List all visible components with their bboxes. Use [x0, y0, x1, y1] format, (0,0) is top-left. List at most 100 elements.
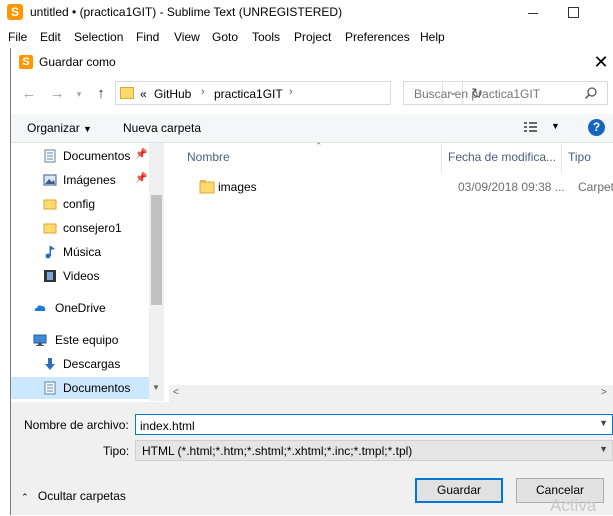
- nav-item-label: Música: [63, 245, 102, 259]
- chevron-down-icon[interactable]: ▼: [599, 418, 608, 428]
- nav-item-label: OneDrive: [55, 301, 106, 315]
- nav-item-consejero1[interactable]: consejero1: [11, 217, 149, 239]
- nav-item-descargas[interactable]: Descargas: [11, 353, 149, 375]
- file-date: 03/09/2018 09:38 ...: [458, 180, 565, 194]
- documents-icon: [44, 149, 56, 163]
- nav-item-videos[interactable]: Videos: [11, 265, 149, 287]
- search-icon[interactable]: [584, 86, 598, 100]
- up-arrow-icon[interactable]: ↑: [91, 84, 111, 104]
- search-input[interactable]: [404, 82, 591, 106]
- folder-icon: [199, 180, 215, 194]
- videos-icon: [44, 270, 56, 282]
- chevron-right-icon[interactable]: ›: [201, 86, 205, 98]
- nav-item-label: Documentos: [63, 149, 131, 163]
- menu-help[interactable]: Help: [420, 30, 445, 44]
- nav-item-label: Documentos: [63, 381, 131, 395]
- forward-arrow-icon[interactable]: →: [47, 84, 67, 104]
- chevron-right-icon[interactable]: ›: [289, 86, 293, 98]
- chevron-down-icon[interactable]: ▼: [551, 121, 560, 131]
- organize-button[interactable]: Organizar ▼: [27, 121, 92, 135]
- filetype-value: HTML (*.html;*.htm;*.shtml;*.xhtml;*.inc…: [142, 444, 413, 458]
- folder-icon: [120, 87, 134, 99]
- column-header-fecha[interactable]: Fecha de modifica...: [448, 150, 556, 164]
- scroll-right-icon[interactable]: >: [601, 387, 607, 398]
- downloads-icon: [45, 358, 55, 370]
- hide-folders-button[interactable]: ⌃ Ocultar carpetas: [21, 489, 126, 503]
- scrollbar-thumb[interactable]: [151, 195, 162, 305]
- nav-item-config[interactable]: config: [11, 193, 149, 215]
- menu-bar: File Edit Selection Find View Goto Tools…: [0, 27, 613, 47]
- pictures-icon: [43, 174, 57, 186]
- file-row[interactable]: images 03/09/2018 09:38 ... Carpeta d: [185, 176, 613, 198]
- breadcrumb-github[interactable]: GitHub: [154, 87, 191, 101]
- menu-tools[interactable]: Tools: [252, 30, 280, 44]
- search-box[interactable]: [403, 81, 608, 106]
- breadcrumb-overflow[interactable]: «: [140, 87, 147, 101]
- filename-field[interactable]: ▼: [135, 414, 613, 436]
- column-divider[interactable]: [561, 143, 562, 173]
- menu-project[interactable]: Project: [294, 30, 331, 44]
- pin-icon: 📌: [135, 149, 148, 160]
- help-icon[interactable]: ?: [588, 119, 605, 136]
- app-title: untitled • (practica1GIT) - Sublime Text…: [30, 5, 343, 19]
- nav-item-label: config: [63, 197, 96, 211]
- music-icon: [45, 246, 55, 259]
- nav-item-onedrive[interactable]: OneDrive: [11, 297, 149, 319]
- save-dialog: S Guardar como ✕ ← → ▾ ↑ « GitHub › prac…: [10, 48, 613, 515]
- file-name: images: [218, 180, 257, 194]
- new-folder-button[interactable]: Nueva carpeta: [123, 121, 201, 135]
- menu-preferences[interactable]: Preferences: [345, 30, 410, 44]
- menu-selection[interactable]: Selection: [74, 30, 123, 44]
- nav-item-label: Imágenes: [63, 173, 116, 187]
- filetype-select[interactable]: HTML (*.html;*.htm;*.shtml;*.xhtml;*.inc…: [135, 440, 613, 461]
- pin-icon: 📌: [135, 173, 148, 184]
- view-options-icon[interactable]: [524, 121, 542, 133]
- filename-input[interactable]: [136, 415, 592, 436]
- folder-icon: [43, 223, 57, 234]
- menu-view[interactable]: View: [174, 30, 200, 44]
- sort-up-icon: ⌃: [315, 141, 323, 151]
- navigation-pane: Documentos 📌 Imágenes 📌 config consejero…: [11, 143, 161, 401]
- minimize-button[interactable]: [518, 2, 548, 22]
- nav-item-label: Este equipo: [55, 333, 119, 347]
- chevron-down-icon[interactable]: ▼: [599, 444, 608, 454]
- nav-item-label: consejero1: [63, 221, 122, 235]
- command-toolbar: Organizar ▼ Nueva carpeta ▼ ?: [11, 114, 613, 143]
- menu-goto[interactable]: Goto: [212, 30, 238, 44]
- activation-watermark: Activa: [550, 496, 597, 515]
- close-icon[interactable]: ✕: [591, 52, 611, 72]
- file-type: Carpeta d: [578, 180, 613, 194]
- nav-scrollbar[interactable]: ▼: [149, 143, 164, 401]
- nav-item-este-equipo[interactable]: Este equipo: [11, 329, 149, 351]
- column-divider[interactable]: [441, 143, 442, 173]
- maximize-button[interactable]: [560, 2, 590, 22]
- horizontal-scrollbar[interactable]: < >: [169, 385, 613, 402]
- hide-folders-label: Ocultar carpetas: [37, 489, 126, 503]
- folder-icon: [43, 199, 57, 210]
- menu-file[interactable]: File: [8, 30, 27, 44]
- sublime-logo-icon: S: [19, 55, 33, 69]
- organize-label: Organizar: [27, 121, 80, 135]
- menu-edit[interactable]: Edit: [40, 30, 61, 44]
- documents-icon: [44, 381, 56, 395]
- nav-item-documentos[interactable]: Documentos 📌: [11, 145, 149, 167]
- address-bar[interactable]: « GitHub › practica1GIT › ⌄ ↻: [115, 81, 483, 105]
- breadcrumb-practica1git[interactable]: practica1GIT: [214, 87, 283, 101]
- column-header-tipo[interactable]: Tipo: [568, 150, 591, 164]
- chevron-up-icon: ⌃: [21, 492, 29, 502]
- column-header-nombre[interactable]: Nombre: [187, 150, 230, 164]
- chevron-down-icon: ▼: [83, 124, 92, 134]
- save-form: Nombre de archivo: ▼ Tipo: HTML (*.html;…: [11, 402, 613, 515]
- nav-item-imagenes[interactable]: Imágenes 📌: [11, 169, 149, 191]
- nav-item-musica[interactable]: Música: [11, 241, 149, 263]
- scroll-down-icon[interactable]: ▼: [152, 383, 160, 392]
- save-button[interactable]: Guardar: [415, 478, 503, 503]
- menu-find[interactable]: Find: [136, 30, 159, 44]
- sublime-logo-icon: S: [7, 4, 23, 20]
- scroll-left-icon[interactable]: <: [173, 387, 179, 398]
- back-arrow-icon[interactable]: ←: [19, 84, 39, 104]
- nav-item-documentos-selected[interactable]: Documentos: [11, 377, 149, 399]
- dialog-title-bar: S Guardar como ✕: [11, 48, 613, 78]
- recent-locations-chevron-icon[interactable]: ▾: [69, 84, 89, 104]
- file-list: ⌃ Nombre Fecha de modifica... Tipo image…: [169, 141, 613, 401]
